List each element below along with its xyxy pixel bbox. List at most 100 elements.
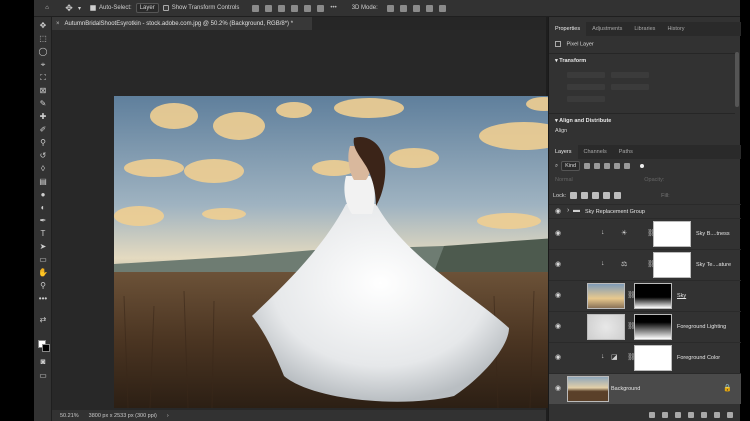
visibility-eye-icon[interactable]: ◉ (555, 292, 563, 299)
visibility-eye-icon[interactable]: ◉ (555, 261, 563, 268)
chevron-right-icon[interactable]: › (567, 207, 569, 214)
filter-toggle-icon[interactable] (640, 164, 645, 168)
new-adjustment-icon[interactable] (688, 412, 694, 418)
layer-name[interactable]: Background (611, 386, 640, 392)
transform-w-field[interactable] (567, 72, 605, 78)
align-right-icon[interactable] (278, 4, 286, 12)
delete-layer-icon[interactable] (727, 412, 733, 418)
canvas-area[interactable] (52, 30, 584, 410)
show-transform-toggle[interactable]: Show Transform Controls (162, 0, 239, 17)
lock-transparent-icon[interactable] (570, 192, 578, 199)
align-bottom-icon[interactable] (317, 4, 325, 12)
layer-mask-thumbnail[interactable] (634, 314, 672, 340)
tab-adjustments[interactable]: Adjustments (586, 22, 628, 36)
visibility-eye-icon[interactable]: ◉ (555, 208, 563, 215)
visibility-eye-icon[interactable]: ◉ (555, 354, 563, 361)
lasso-icon[interactable]: ◯ (38, 47, 48, 57)
screen-mode-icon[interactable]: ▭ (38, 371, 48, 381)
document-tab[interactable]: × AutumnBridalShootEsyrotkin - stock.ado… (52, 17, 312, 30)
visibility-eye-icon[interactable]: ◉ (555, 230, 563, 237)
chevron-down-icon[interactable]: ▾ (78, 0, 86, 17)
link-layers-icon[interactable] (649, 412, 655, 418)
path-selection-icon[interactable]: ➤ (38, 242, 48, 252)
rectangle-icon[interactable]: ▭ (38, 255, 48, 265)
align-heading[interactable]: ▾ Align and Distribute (555, 118, 611, 124)
blend-mode-dropdown[interactable]: Normal (555, 177, 573, 183)
filter-smart-object-icon[interactable] (624, 163, 631, 169)
transform-x-field[interactable] (567, 84, 605, 90)
edit-toolbar-icon[interactable]: ⇄ (38, 315, 48, 325)
layer-name[interactable]: Foreground Lighting (677, 324, 726, 330)
background-color-swatch[interactable] (42, 344, 50, 352)
filter-kind-dropdown[interactable]: Kind (561, 161, 581, 171)
filter-adjustment-icon[interactable] (594, 163, 601, 169)
tab-channels[interactable]: Channels (578, 145, 613, 159)
filter-shape-icon[interactable] (614, 163, 621, 169)
hand-icon[interactable]: ✋ (38, 268, 48, 278)
move-tool-icon[interactable]: ✥ (60, 0, 78, 17)
new-group-icon[interactable] (701, 412, 707, 418)
pen-icon[interactable]: ✒ (38, 216, 48, 226)
layer-row-sky[interactable]: ◉ ⛓ Sky (549, 280, 741, 311)
eraser-icon[interactable]: ◊ (38, 164, 48, 174)
clone-stamp-icon[interactable]: ⚲ (38, 138, 48, 148)
layer-mask-thumbnail[interactable] (634, 345, 672, 371)
frame-icon[interactable]: ⊠ (38, 86, 48, 96)
document-canvas[interactable] (114, 96, 584, 408)
tab-paths[interactable]: Paths (613, 145, 639, 159)
auto-select-check[interactable] (90, 5, 96, 11)
layer-mask-thumbnail[interactable] (653, 221, 691, 247)
dodge-icon[interactable]: ◐ (38, 203, 48, 213)
visibility-eye-icon[interactable]: ◉ (555, 323, 563, 330)
layer-name[interactable]: Sky (677, 293, 686, 299)
status-menu-arrow[interactable]: › (167, 413, 169, 419)
lock-all-icon[interactable] (614, 192, 622, 199)
align-left-icon[interactable] (252, 4, 260, 12)
show-transform-check[interactable] (162, 5, 169, 11)
zoom-level[interactable]: 50.21% (60, 413, 79, 419)
align-top-icon[interactable] (291, 4, 299, 12)
tab-libraries[interactable]: Libraries (628, 22, 661, 36)
gradient-icon[interactable]: ▤ (38, 177, 48, 187)
home-icon[interactable]: ⌂ (34, 0, 60, 17)
transform-y-field[interactable] (611, 84, 649, 90)
tab-history[interactable]: History (661, 22, 690, 36)
more-tools-icon[interactable]: ••• (38, 294, 48, 304)
lock-icon[interactable]: 🔒 (723, 384, 732, 392)
layer-row-sky-replacement-group[interactable]: ◉ › ▬ Sky Replacement Group (549, 204, 741, 218)
3d-scale-icon[interactable] (438, 4, 446, 12)
transform-heading[interactable]: ▾ Transform (555, 58, 586, 64)
lighting-thumbnail[interactable] (587, 314, 625, 340)
3d-pan-icon[interactable] (412, 4, 420, 12)
rectangular-marquee-icon[interactable]: ⬚ (38, 34, 48, 44)
layer-name[interactable]: Foreground Color (677, 355, 720, 361)
lock-image-icon[interactable] (581, 192, 589, 199)
layer-mask-thumbnail[interactable] (653, 252, 691, 278)
type-icon[interactable]: T (38, 229, 48, 239)
quick-mask-icon[interactable]: ◙ (38, 357, 48, 367)
new-layer-icon[interactable] (714, 412, 720, 418)
move-icon[interactable]: ✥ (38, 21, 48, 31)
layer-row-sky-brightness[interactable]: ◉ ↓ ☀ ⛓ Sky B....tness (549, 218, 741, 249)
add-mask-icon[interactable] (675, 412, 681, 418)
tab-layers[interactable]: Layers (549, 145, 578, 159)
object-selection-icon[interactable]: ⌖ (38, 60, 48, 70)
close-tab-icon[interactable]: × (56, 21, 60, 27)
filter-pixel-icon[interactable] (584, 163, 591, 169)
more-options-icon[interactable]: ••• (330, 5, 336, 12)
layer-style-icon[interactable] (662, 412, 668, 418)
layer-row-sky-temperature[interactable]: ◉ ↓ ⚖ ⛓ Sky Te....ature (549, 249, 741, 280)
lock-position-icon[interactable] (592, 192, 600, 199)
zoom-icon[interactable]: ⚲ (38, 281, 48, 291)
align-center-icon[interactable] (265, 4, 273, 12)
layer-name[interactable]: Sky B....tness (696, 231, 730, 237)
blur-icon[interactable]: ● (38, 190, 48, 200)
lock-artboard-icon[interactable] (603, 192, 611, 199)
3d-slide-icon[interactable] (425, 4, 433, 12)
layer-name[interactable]: Sky Replacement Group (585, 209, 645, 215)
history-brush-icon[interactable]: ↺ (38, 151, 48, 161)
sky-thumbnail[interactable] (587, 283, 625, 309)
transform-h-field[interactable] (611, 72, 649, 78)
auto-select-checkbox[interactable]: Auto-Select: Layer (90, 0, 163, 17)
layer-name[interactable]: Sky Te....ature (696, 262, 731, 268)
